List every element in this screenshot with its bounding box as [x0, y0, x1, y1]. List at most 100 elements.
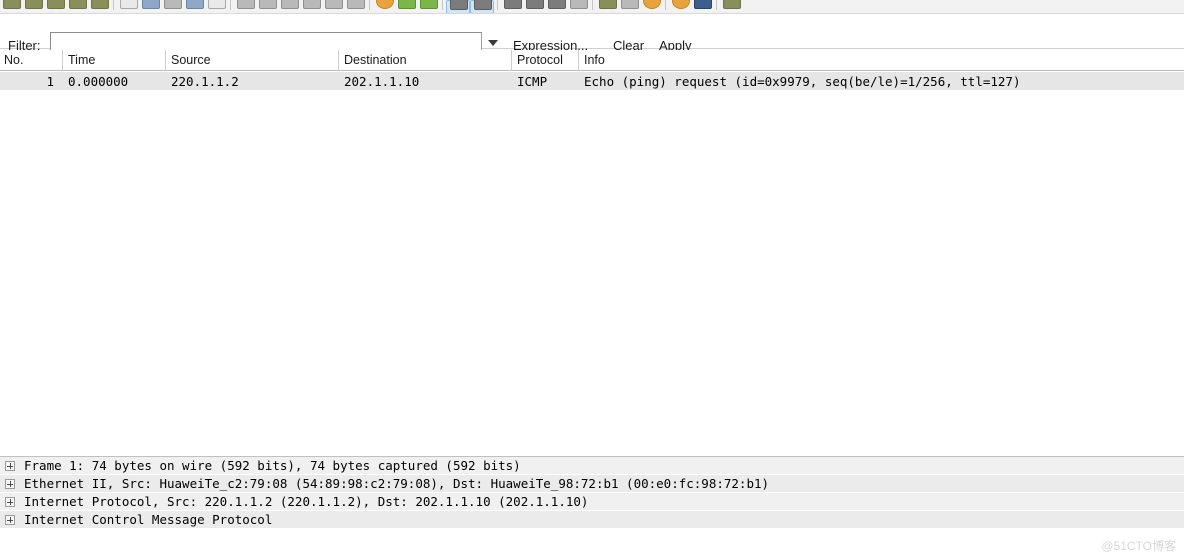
packet-list-header: No. Time Source Destination Protocol Info: [0, 50, 1184, 71]
statistics-icon[interactable]: [669, 0, 691, 13]
print-icon[interactable]: [205, 0, 227, 13]
statistics-icon: [672, 0, 690, 9]
capture-interfaces-icon: [3, 0, 21, 9]
toolbar-separator: [713, 0, 720, 13]
colorize-icon: [376, 0, 394, 9]
help-contents-icon: [621, 0, 639, 9]
packet-cell-no: 1: [46, 74, 54, 89]
packet-row[interactable]: 1 0.000000 220.1.1.2 202.1.1.10 ICMP Echo (pi…: [0, 72, 1184, 90]
display-filter-bar: Filter: Expression... Clear Apply: [0, 15, 1184, 56]
go-to-first-icon[interactable]: [322, 0, 344, 13]
go-to-last-icon[interactable]: [344, 0, 366, 13]
coloring-rules-icon[interactable]: [567, 0, 589, 13]
zoom-in-icon: [420, 0, 438, 9]
preferences-icon: [599, 0, 617, 9]
capture-interfaces-icon[interactable]: [0, 0, 22, 13]
display-filters-icon: [548, 0, 566, 9]
coloring-rules-icon: [570, 0, 588, 9]
detail-tree-label: Internet Control Message Protocol: [24, 512, 273, 527]
column-divider-source[interactable]: [165, 50, 166, 71]
column-divider-info[interactable]: [578, 50, 579, 71]
column-divider-time[interactable]: [62, 50, 63, 71]
expand-plus-icon[interactable]: [5, 497, 15, 507]
go-to-packet-icon[interactable]: [300, 0, 322, 13]
display-filters-icon[interactable]: [545, 0, 567, 13]
capture-restart-icon[interactable]: [88, 0, 110, 13]
toolbar-separator: [589, 0, 596, 13]
capture-filters-icon[interactable]: [523, 0, 545, 13]
column-header-time[interactable]: Time: [68, 53, 95, 67]
close-file-icon: [164, 0, 182, 9]
zoom-normal-icon[interactable]: [470, 0, 494, 13]
zoom-in-icon[interactable]: [417, 0, 439, 13]
go-to-packet-icon: [303, 0, 321, 9]
chevron-down-icon[interactable]: [488, 40, 498, 46]
reload-file-icon[interactable]: [183, 0, 205, 13]
column-header-no[interactable]: No.: [4, 53, 23, 67]
telephony-icon[interactable]: [691, 0, 713, 13]
toolbar-separator: [494, 0, 501, 13]
capture-stop-icon[interactable]: [66, 0, 88, 13]
capture-start-icon: [47, 0, 65, 9]
packet-cell-info: Echo (ping) request (id=0x9979, seq(be/l…: [584, 74, 1021, 89]
go-forward-icon[interactable]: [278, 0, 300, 13]
toolbar-separator: [110, 0, 117, 13]
column-divider-protocol[interactable]: [511, 50, 512, 71]
detail-tree-row[interactable]: Frame 1: 74 bytes on wire (592 bits), 74…: [0, 457, 1184, 475]
toolbar-separator: [227, 0, 234, 13]
open-file-icon[interactable]: [117, 0, 139, 13]
capture-options-icon: [25, 0, 43, 9]
close-file-icon[interactable]: [161, 0, 183, 13]
column-divider-destination[interactable]: [338, 50, 339, 71]
detail-tree-label: Internet Protocol, Src: 220.1.1.2 (220.1…: [24, 494, 589, 509]
packet-cell-source: 220.1.1.2: [171, 74, 239, 89]
tools-icon[interactable]: [720, 0, 742, 13]
capture-start-icon[interactable]: [44, 0, 66, 13]
telephony-icon: [694, 0, 712, 9]
packet-cell-destination: 202.1.1.10: [344, 74, 420, 89]
capture-options-icon[interactable]: [22, 0, 44, 13]
auto-scroll-icon: [398, 0, 416, 9]
detail-tree-row[interactable]: Internet Control Message Protocol: [0, 511, 1184, 529]
expand-plus-icon[interactable]: [5, 461, 15, 471]
main-toolbar: [0, 0, 1184, 14]
capture-filters-icon: [526, 0, 544, 9]
zoom-out-icon[interactable]: [446, 0, 470, 13]
print-icon: [208, 0, 226, 9]
about-icon[interactable]: [640, 0, 662, 13]
go-to-last-icon: [347, 0, 365, 9]
find-packet-icon[interactable]: [234, 0, 256, 13]
column-header-protocol[interactable]: Protocol: [517, 53, 563, 67]
expand-plus-icon[interactable]: [5, 479, 15, 489]
about-icon: [643, 0, 661, 9]
toolbar-separator: [366, 0, 373, 13]
reload-file-icon: [186, 0, 204, 9]
zoom-out-icon: [450, 0, 468, 10]
capture-restart-icon: [91, 0, 109, 9]
detail-tree-label: Frame 1: 74 bytes on wire (592 bits), 74…: [24, 458, 521, 473]
detail-tree-row[interactable]: Ethernet II, Src: HuaweiTe_c2:79:08 (54:…: [0, 475, 1184, 493]
column-header-destination[interactable]: Destination: [344, 53, 407, 67]
colorize-icon[interactable]: [373, 0, 395, 13]
packet-cell-protocol: ICMP: [517, 74, 548, 89]
packet-list-pane[interactable]: No. Time Source Destination Protocol Info 1 0.…: [0, 50, 1184, 455]
go-to-first-icon: [325, 0, 343, 9]
detail-tree-label: Ethernet II, Src: HuaweiTe_c2:79:08 (54:…: [24, 476, 770, 491]
save-file-icon[interactable]: [139, 0, 161, 13]
go-back-icon[interactable]: [256, 0, 278, 13]
preferences-icon[interactable]: [596, 0, 618, 13]
auto-scroll-icon[interactable]: [395, 0, 417, 13]
detail-tree-row[interactable]: Internet Protocol, Src: 220.1.1.2 (220.1…: [0, 493, 1184, 511]
toolbar-separator: [439, 0, 446, 13]
resize-columns-icon: [504, 0, 522, 9]
watermark: @51CTO博客: [1101, 539, 1176, 553]
packet-detail-pane[interactable]: Frame 1: 74 bytes on wire (592 bits), 74…: [0, 456, 1184, 558]
column-header-info[interactable]: Info: [584, 53, 605, 67]
expand-plus-icon[interactable]: [5, 515, 15, 525]
column-header-source[interactable]: Source: [171, 53, 211, 67]
toolbar-separator: [662, 0, 669, 13]
zoom-normal-icon: [474, 0, 492, 10]
help-contents-icon[interactable]: [618, 0, 640, 13]
capture-stop-icon: [69, 0, 87, 9]
resize-columns-icon[interactable]: [501, 0, 523, 13]
